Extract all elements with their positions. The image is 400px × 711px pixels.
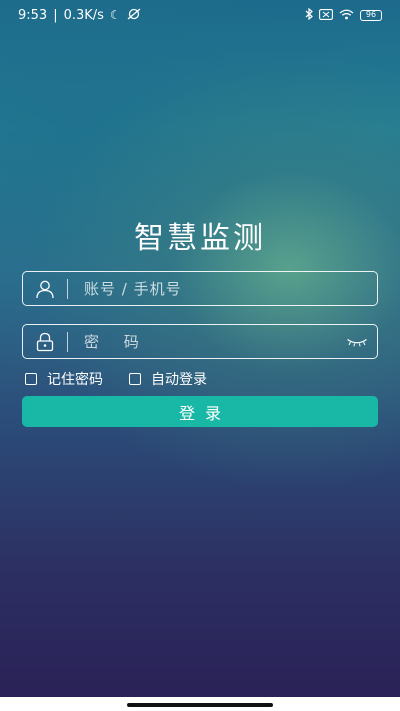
- sim-off-icon: [319, 8, 333, 22]
- remember-password-label: 记住密码: [47, 372, 103, 388]
- bluetooth-icon: [305, 7, 313, 22]
- status-bar: 9:53 | 0.3K/s ☾ 96: [0, 0, 400, 30]
- password-input[interactable]: [68, 325, 337, 358]
- auto-login-checkbox[interactable]: [129, 373, 141, 385]
- password-field: [22, 324, 378, 359]
- auto-login-option[interactable]: 自动登录: [129, 369, 207, 389]
- home-indicator[interactable]: [127, 703, 273, 707]
- wifi-icon: [339, 9, 354, 22]
- navigation-bar: [0, 697, 400, 711]
- sync-off-icon: [127, 8, 141, 22]
- status-separator: |: [53, 7, 58, 23]
- battery-indicator: 96: [360, 9, 382, 21]
- account-input[interactable]: [68, 272, 377, 305]
- remember-password-option[interactable]: 记住密码: [25, 369, 103, 389]
- user-icon: [23, 272, 67, 305]
- status-left: 9:53 | 0.3K/s ☾: [18, 8, 141, 23]
- network-speed: 0.3K/s: [63, 7, 104, 23]
- eye-closed-icon[interactable]: [337, 325, 377, 358]
- lock-icon: [23, 325, 67, 358]
- login-options: 记住密码 自动登录: [25, 369, 207, 389]
- status-right: 96: [305, 7, 382, 22]
- account-field: [22, 271, 378, 306]
- remember-password-checkbox[interactable]: [25, 373, 37, 385]
- status-time: 9:53: [18, 7, 48, 23]
- moon-icon: ☾: [109, 8, 121, 22]
- app-title: 智慧监测: [134, 221, 266, 256]
- auto-login-label: 自动登录: [151, 372, 207, 388]
- login-button[interactable]: 登录: [22, 396, 378, 427]
